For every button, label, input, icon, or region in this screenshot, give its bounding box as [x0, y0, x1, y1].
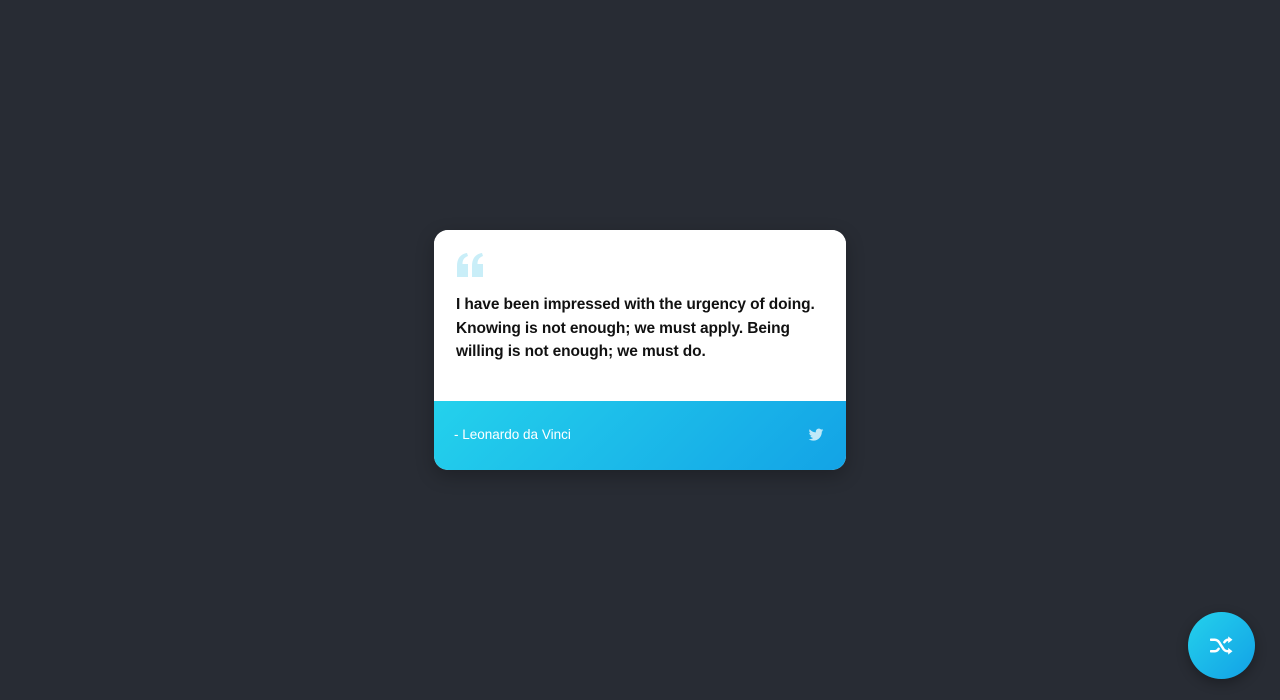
twitter-icon[interactable]: [808, 427, 824, 443]
shuffle-icon: [1210, 636, 1233, 655]
shuffle-button[interactable]: [1188, 612, 1255, 679]
quote-author: - Leonardo da Vinci: [454, 427, 571, 442]
quote-text: I have been impressed with the urgency o…: [456, 296, 815, 360]
quote-footer: - Leonardo da Vinci: [434, 401, 846, 470]
quote-left-icon: [457, 253, 483, 277]
quote-card: I have been impressed with the urgency o…: [434, 230, 846, 470]
quote-body: I have been impressed with the urgency o…: [434, 230, 846, 401]
